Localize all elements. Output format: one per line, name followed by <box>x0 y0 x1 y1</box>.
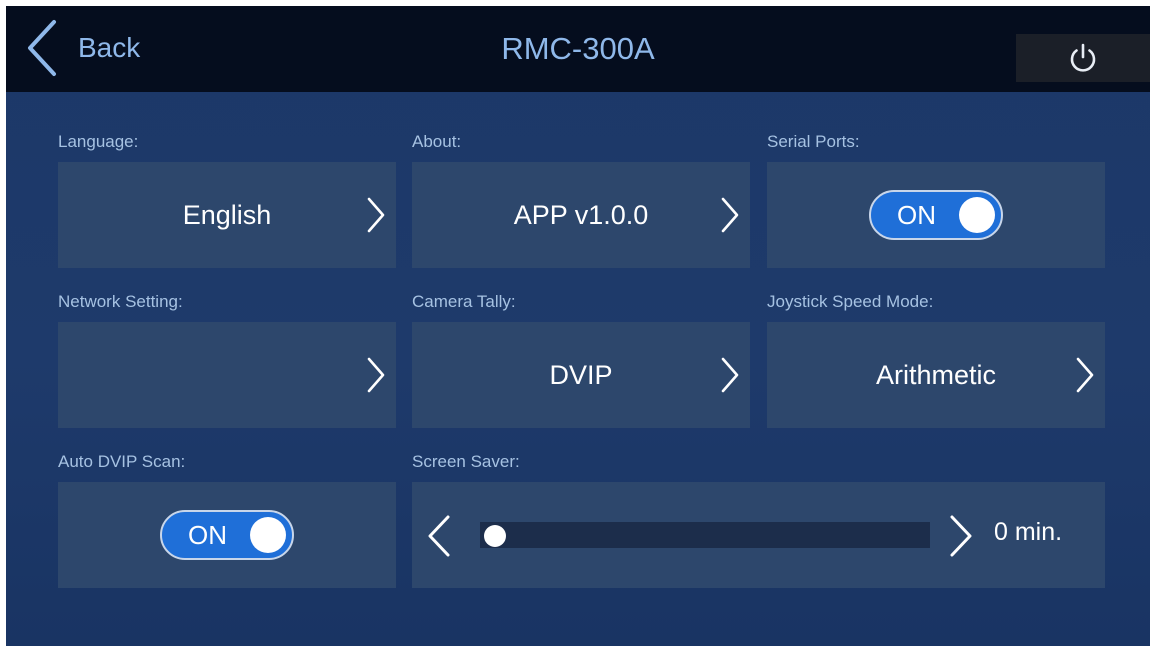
serial-ports-toggle[interactable]: ON <box>869 190 1003 240</box>
auto-dvip-scan-toggle-text: ON <box>188 519 227 550</box>
chevron-right-icon <box>367 197 385 233</box>
screen-saver-slider[interactable] <box>480 522 930 548</box>
chevron-left-icon[interactable] <box>426 514 452 558</box>
camera-tally-tile[interactable]: DVIP <box>412 322 750 428</box>
slider-thumb[interactable] <box>484 525 506 547</box>
screen-saver-tile: 0 min. <box>412 482 1105 588</box>
screen-saver-value: 0 min. <box>994 518 1063 546</box>
language-label: Language: <box>58 132 139 151</box>
serial-ports-tile: ON <box>767 162 1105 268</box>
chevron-right-icon <box>1076 357 1094 393</box>
about-value: APP v1.0.0 <box>513 199 649 230</box>
network-setting-tile[interactable] <box>58 322 396 428</box>
network-setting-label: Network Setting: <box>58 292 183 311</box>
chevron-left-icon <box>28 20 56 76</box>
language-tile[interactable]: English <box>58 162 396 268</box>
back-label: Back <box>78 32 141 63</box>
power-icon <box>1070 43 1096 72</box>
joystick-speed-mode-label: Joystick Speed Mode: <box>767 292 934 311</box>
camera-tally-value: DVIP <box>549 359 613 390</box>
back-button[interactable]: Back <box>24 20 184 76</box>
joystick-speed-mode-tile[interactable]: Arithmetic <box>767 322 1105 428</box>
top-bar: Back RMC-300A <box>6 6 1150 92</box>
chevron-right-icon[interactable] <box>948 514 974 558</box>
camera-tally-label: Camera Tally: <box>412 292 516 311</box>
auto-dvip-scan-label: Auto DVIP Scan: <box>58 452 186 471</box>
chevron-right-icon <box>721 197 739 233</box>
about-tile[interactable]: APP v1.0.0 <box>412 162 750 268</box>
chevron-right-icon <box>721 357 739 393</box>
settings-screen: Back RMC-300A Language: English About: A… <box>6 6 1150 646</box>
serial-ports-toggle-text: ON <box>897 199 936 230</box>
power-button[interactable] <box>1016 34 1150 82</box>
about-label: About: <box>412 132 462 151</box>
chevron-right-icon <box>367 357 385 393</box>
auto-dvip-scan-tile: ON <box>58 482 396 588</box>
auto-dvip-scan-toggle[interactable]: ON <box>160 510 294 560</box>
serial-ports-label: Serial Ports: <box>767 132 860 151</box>
toggle-knob <box>250 517 286 553</box>
language-value: English <box>182 199 272 230</box>
toggle-knob <box>959 197 995 233</box>
screen-saver-label: Screen Saver: <box>412 452 520 471</box>
joystick-speed-mode-value: Arithmetic <box>875 359 997 390</box>
